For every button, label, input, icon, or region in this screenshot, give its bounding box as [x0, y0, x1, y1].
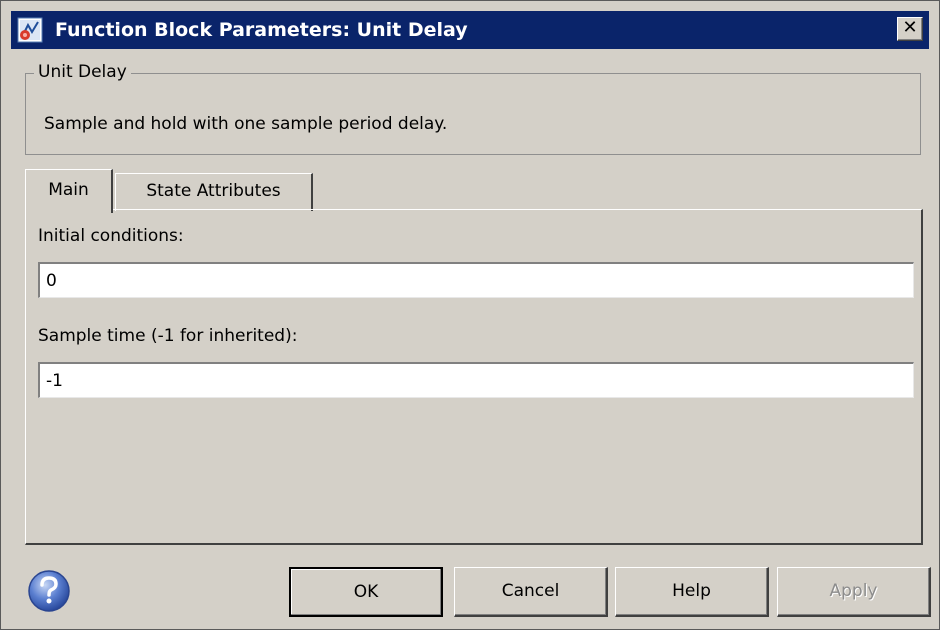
apply-button[interactable]: Apply — [777, 567, 931, 617]
initial-conditions-label: Initial conditions: — [38, 226, 184, 246]
simulink-block-icon — [17, 17, 43, 43]
dialog-window: Function Block Parameters: Unit Delay ✕ … — [0, 0, 940, 630]
window-title: Function Block Parameters: Unit Delay — [55, 19, 468, 41]
close-icon: ✕ — [902, 17, 918, 38]
main-tab-panel: Initial conditions: Sample time (-1 for … — [25, 209, 923, 545]
tab-strip: Main State Attributes — [25, 169, 625, 213]
title-bar[interactable]: Function Block Parameters: Unit Delay ✕ — [11, 11, 929, 49]
cancel-button[interactable]: Cancel — [454, 567, 608, 617]
sample-time-input[interactable] — [38, 362, 914, 398]
block-description-group: Unit Delay Sample and hold with one samp… — [25, 62, 921, 155]
help-question-icon[interactable] — [27, 569, 71, 613]
tab-main[interactable]: Main — [25, 169, 113, 213]
help-button[interactable]: Help — [615, 567, 769, 617]
tab-main-label: Main — [48, 180, 89, 200]
initial-conditions-input[interactable] — [38, 262, 914, 298]
ok-button[interactable]: OK — [289, 567, 443, 617]
block-name-label: Unit Delay — [34, 62, 131, 82]
tab-state-attributes-label: State Attributes — [146, 181, 281, 201]
tab-state-attributes[interactable]: State Attributes — [115, 173, 313, 211]
close-button[interactable]: ✕ — [897, 17, 923, 41]
block-description: Sample and hold with one sample period d… — [44, 114, 448, 134]
sample-time-label: Sample time (-1 for inherited): — [38, 326, 298, 346]
